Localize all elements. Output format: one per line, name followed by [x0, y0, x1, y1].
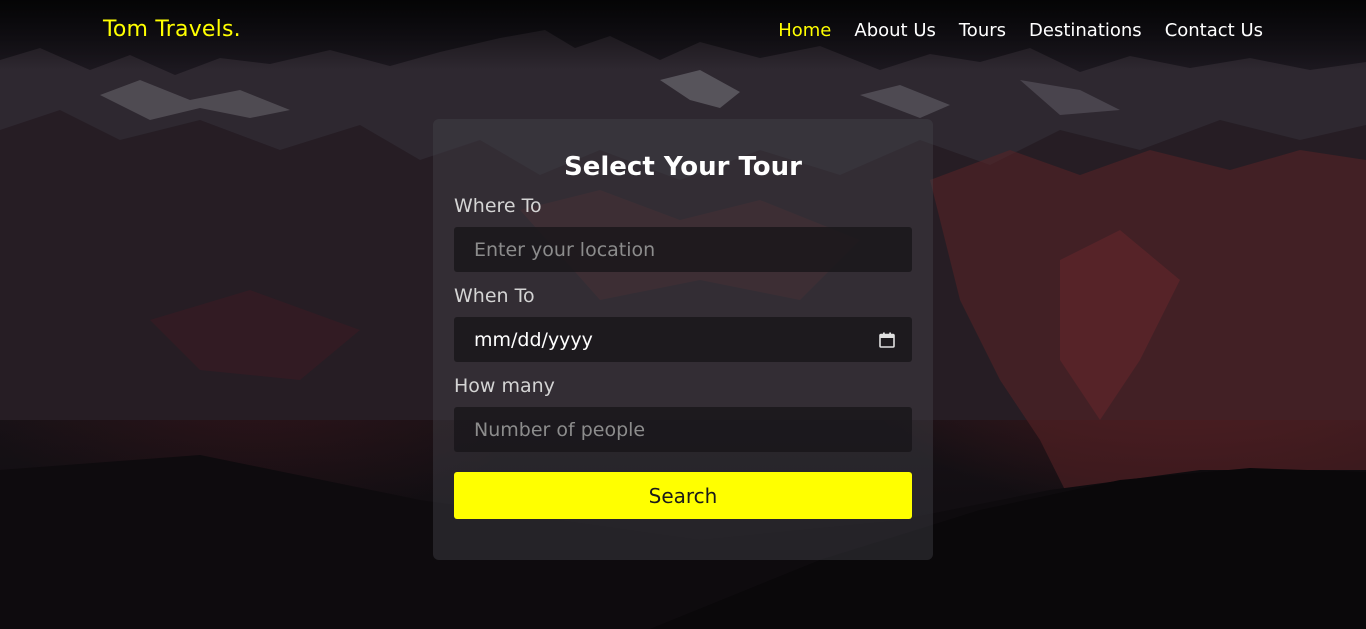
how-many-label: How many	[454, 375, 555, 397]
brand-logo[interactable]: Tom Travels.	[103, 17, 241, 42]
where-to-label: Where To	[454, 195, 542, 217]
tour-search-form: Select Your Tour Where To When To mm/dd/…	[433, 119, 933, 560]
calendar-icon[interactable]	[878, 331, 896, 349]
top-navbar: Tom Travels. Home About Us Tours Destina…	[0, 0, 1366, 64]
location-input[interactable]	[474, 238, 892, 261]
nav-menu: Home About Us Tours Destinations Contact…	[778, 20, 1263, 41]
nav-item-about-us[interactable]: About Us	[854, 20, 936, 41]
date-input-value[interactable]: mm/dd/yyyy	[474, 329, 878, 351]
when-to-label: When To	[454, 285, 535, 307]
nav-item-home[interactable]: Home	[778, 20, 831, 41]
people-count-input[interactable]	[474, 418, 892, 441]
search-button[interactable]: Search	[454, 472, 912, 519]
nav-item-destinations[interactable]: Destinations	[1029, 20, 1142, 41]
where-to-field	[454, 227, 912, 272]
form-title: Select Your Tour	[564, 152, 802, 182]
date-field[interactable]: mm/dd/yyyy	[454, 317, 912, 362]
how-many-field	[454, 407, 912, 452]
nav-item-contact-us[interactable]: Contact Us	[1165, 20, 1263, 41]
hero-background: Tom Travels. Home About Us Tours Destina…	[0, 0, 1366, 629]
nav-item-tours[interactable]: Tours	[959, 20, 1006, 41]
